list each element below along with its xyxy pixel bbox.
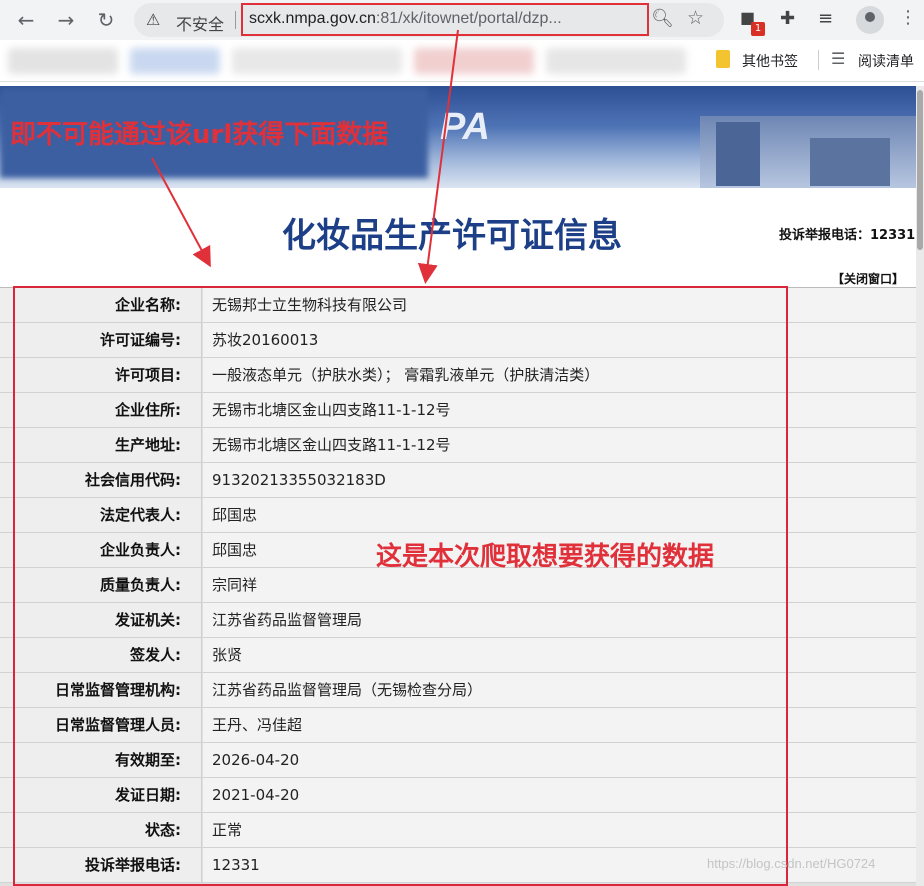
table-row: 质量负责人: 宗同祥 — [0, 568, 916, 603]
zoom-icon[interactable]: 🔍︎ — [651, 8, 674, 29]
table-row: 法定代表人: 邱国忠 — [0, 498, 916, 533]
field-value: 张贤 — [203, 638, 916, 672]
field-value: 91320213355032183D — [203, 463, 916, 497]
table-row: 企业住所: 无锡市北塘区金山四支路11-1-12号 — [0, 393, 916, 428]
field-value: 无锡市北塘区金山四支路11-1-12号 — [203, 428, 916, 462]
reload-icon[interactable]: ↻ — [92, 6, 120, 34]
blurred-bookmark[interactable] — [130, 48, 220, 74]
address-bar[interactable]: ⚠ 不安全 scxk.nmpa.gov.cn:81/xk/itownet/por… — [134, 3, 724, 37]
url-path: :81/xk/itownet/portal/dzp... — [375, 10, 562, 27]
table-row: 发证日期: 2021-04-20 — [0, 778, 916, 813]
address-separator — [235, 11, 236, 29]
field-label: 社会信用代码: — [0, 463, 202, 497]
back-arrow-icon[interactable]: ← — [12, 6, 40, 34]
page-title: 化妆品生产许可证信息 — [282, 216, 622, 256]
profile-avatar[interactable] — [856, 6, 884, 34]
field-label: 法定代表人: — [0, 498, 202, 532]
field-value: 江苏省药品监督管理局（无锡检查分局） — [203, 673, 916, 707]
table-row: 签发人: 张贤 — [0, 638, 916, 673]
security-label[interactable]: 不安全 — [176, 11, 224, 35]
url-host: scxk.nmpa.gov.cn — [249, 10, 376, 27]
url-highlight-box: scxk.nmpa.gov.cn:81/xk/itownet/portal/dz… — [241, 3, 649, 36]
table-row: 社会信用代码: 91320213355032183D — [0, 463, 916, 498]
blurred-bookmark[interactable] — [414, 48, 534, 74]
field-label: 日常监督管理机构: — [0, 673, 202, 707]
field-value: 无锡邦士立生物科技有限公司 — [203, 288, 916, 322]
license-info-table: 企业名称: 无锡邦士立生物科技有限公司 许可证编号: 苏妆20160013 许可… — [0, 287, 916, 886]
field-value: 宗同祥 — [203, 568, 916, 602]
field-value: 王丹、冯佳超 — [203, 708, 916, 742]
field-label: 有效期至: — [0, 743, 202, 777]
puzzle-icon[interactable]: ✚ — [780, 8, 795, 29]
field-label: 企业名称: — [0, 288, 202, 322]
watermark: https://blog.csdn.net/HG0724 — [707, 856, 876, 871]
field-value: 2026-04-20 — [203, 743, 916, 777]
field-value: 邱国忠 — [203, 498, 916, 532]
field-value: 江苏省药品监督管理局 — [203, 603, 916, 637]
extension-badge: 1 — [751, 22, 765, 36]
field-label: 企业住所: — [0, 393, 202, 427]
field-label: 许可证编号: — [0, 323, 202, 357]
reading-list-icon: ☰ — [831, 49, 846, 68]
banner-logo: PA — [440, 106, 490, 148]
field-value: 正常 — [203, 813, 916, 847]
table-row: 有效期至: 2026-04-20 — [0, 743, 916, 778]
url-text[interactable]: scxk.nmpa.gov.cn:81/xk/itownet/portal/dz… — [249, 10, 562, 28]
table-row: 企业名称: 无锡邦士立生物科技有限公司 — [0, 288, 916, 323]
scrollbar-thumb[interactable] — [917, 90, 923, 250]
table-row: 状态: 正常 — [0, 813, 916, 848]
forward-arrow-icon[interactable]: → — [52, 6, 80, 34]
field-value: 2021-04-20 — [203, 778, 916, 812]
field-label: 投诉举报电话: — [0, 848, 202, 882]
folder-icon — [716, 50, 730, 68]
table-row: 生产地址: 无锡市北塘区金山四支路11-1-12号 — [0, 428, 916, 463]
field-label: 发证机关: — [0, 603, 202, 637]
field-label: 发证日期: — [0, 778, 202, 812]
annotation-top: 即不可能通过该url获得下面数据 — [10, 120, 389, 150]
table-row: 日常监督管理人员: 王丹、冯佳超 — [0, 708, 916, 743]
field-label: 企业负责人: — [0, 533, 202, 567]
more-menu-icon[interactable]: ⋮ — [899, 7, 917, 28]
blurred-bookmark[interactable] — [232, 48, 402, 74]
banner-building-image — [700, 116, 916, 188]
field-label: 质量负责人: — [0, 568, 202, 602]
hotline-top: 投诉举报电话：12331 — [779, 228, 916, 243]
field-label: 状态: — [0, 813, 202, 847]
browser-toolbar: ← → ↻ ⚠ 不安全 scxk.nmpa.gov.cn:81/xk/itown… — [0, 0, 924, 40]
field-label: 签发人: — [0, 638, 202, 672]
table-row: 许可证编号: 苏妆20160013 — [0, 323, 916, 358]
media-queue-icon[interactable]: ≡ — [818, 8, 833, 29]
bookmarks-bar: 其他书签 ☰ 阅读清单 — [0, 40, 924, 82]
field-label: 许可项目: — [0, 358, 202, 392]
table-row: 发证机关: 江苏省药品监督管理局 — [0, 603, 916, 638]
field-label: 生产地址: — [0, 428, 202, 462]
field-value: 苏妆20160013 — [203, 323, 916, 357]
blurred-bookmark[interactable] — [8, 48, 118, 74]
reading-list[interactable]: 阅读清单 — [858, 51, 914, 71]
warning-icon[interactable]: ⚠ — [146, 10, 160, 29]
close-window-link[interactable]: 【关闭窗口】 — [832, 270, 904, 287]
annotation-middle: 这是本次爬取想要获得的数据 — [376, 542, 715, 572]
table-row: 日常监督管理机构: 江苏省药品监督管理局（无锡检查分局） — [0, 673, 916, 708]
table-row: 许可项目: 一般液态单元（护肤水类）； 膏霜乳液单元（护肤清洁类） — [0, 358, 916, 393]
field-value: 一般液态单元（护肤水类）； 膏霜乳液单元（护肤清洁类） — [203, 358, 916, 392]
field-value: 无锡市北塘区金山四支路11-1-12号 — [203, 393, 916, 427]
bookmarks-separator — [818, 50, 819, 70]
field-label: 日常监督管理人员: — [0, 708, 202, 742]
bookmark-star-icon[interactable]: ☆ — [687, 7, 704, 29]
blurred-bookmark[interactable] — [546, 48, 686, 74]
other-bookmarks[interactable]: 其他书签 — [742, 51, 798, 71]
